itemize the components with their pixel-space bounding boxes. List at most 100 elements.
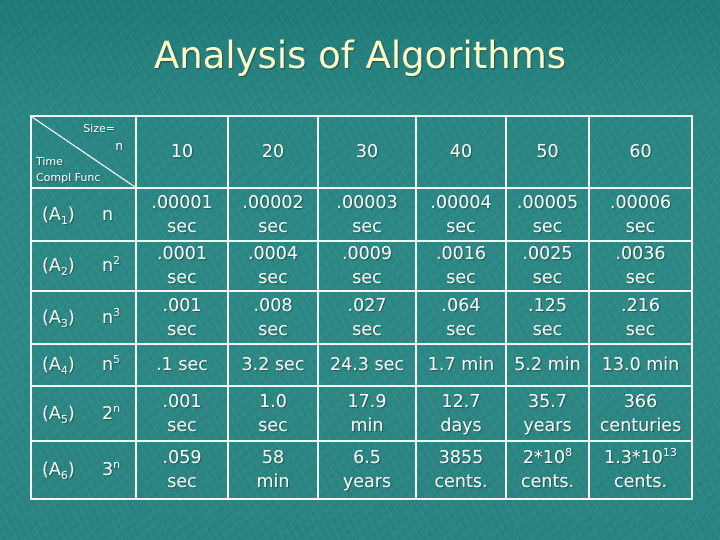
n-label: n (115, 139, 123, 153)
value-text: 1.3*10 (604, 448, 663, 468)
algorithm-row: (A3) n3.001 sec .008 sec .027 sec .064 sec .125 se… (30, 290, 693, 345)
time-unit: sec (229, 414, 317, 438)
time-unit: sec (137, 470, 227, 494)
header-row: Size= n Time Compl Func 10 20 30 40 50 6… (30, 115, 693, 189)
time-value: .00006 (590, 191, 691, 215)
value-text: .1 sec (156, 355, 208, 375)
function-exponent: 5 (113, 353, 121, 366)
time-unit: sec (229, 318, 317, 342)
time-value: .00003 (319, 191, 415, 215)
value-text: .059 (162, 448, 202, 468)
algorithm-suffix: ) (67, 307, 75, 328)
time-unit: sec (417, 318, 505, 342)
time-cell: 35.7 years (505, 385, 590, 442)
algorithm-name: (A1) (32, 203, 102, 227)
time-unit: days (417, 414, 505, 438)
value-text: 3855 (438, 448, 484, 468)
algorithm-name: (A3) (32, 306, 102, 330)
complexity-function: n3 (102, 305, 121, 328)
unit-text: sec (446, 268, 476, 288)
value-text: .0001 (156, 244, 208, 264)
complexity-function: n5 (102, 353, 121, 375)
unit-text: min (350, 415, 384, 436)
time-value: .0016 (417, 242, 505, 266)
function-base: 3 (102, 460, 114, 480)
value-text: 58 (261, 448, 285, 468)
time-value: 13.0 min (590, 353, 691, 377)
size-header-cell: 50 (505, 115, 590, 189)
unit-text: sec (532, 216, 563, 237)
unit-text: sec (625, 268, 656, 288)
time-cell: .0001 sec (135, 240, 229, 292)
value-text: .0036 (615, 244, 666, 264)
time-cell: .059 sec (135, 440, 229, 500)
function-base: n (102, 307, 114, 328)
time-cell: .008 sec (227, 290, 319, 345)
algorithm-name: (A6) (32, 458, 102, 482)
time-unit: sec (507, 266, 588, 290)
unit-text: sec (352, 216, 382, 237)
algorithm-row: (A1) n .00001 sec .00002 sec .00003 sec .00004 se… (30, 187, 693, 242)
algorithm-prefix: (A (42, 355, 61, 375)
time-value: .1 sec (137, 353, 227, 377)
algorithm-label-cell: (A6) 3n (30, 440, 137, 500)
algorithm-prefix: (A (42, 204, 61, 225)
value-text: .0009 (341, 244, 393, 264)
time-cell: .064 sec (415, 290, 507, 345)
value-text: 1.7 min (427, 355, 495, 375)
time-unit: sec (319, 318, 415, 342)
time-cell: .001 sec (135, 385, 229, 442)
size-header-cell: 20 (227, 115, 319, 189)
unit-text: days (440, 415, 482, 436)
time-cell: .001 sec (135, 290, 229, 345)
value-exponent: 13 (662, 446, 677, 459)
time-cell: .1 sec (135, 343, 229, 387)
value-text: 366 (623, 391, 658, 412)
time-value: .0025 (507, 242, 588, 266)
time-cell: .0025 sec (505, 240, 590, 292)
time-unit: years (319, 470, 415, 494)
time-cell: 366 centuries (588, 385, 693, 442)
algorithm-suffix: ) (67, 256, 75, 276)
value-text: .008 (253, 295, 293, 316)
complexity-function: n2 (102, 254, 121, 276)
algorithm-label-cell: (A3) n3 (30, 290, 137, 345)
time-cell: 1.3*1013 cents. (588, 440, 693, 500)
algorithm-index: 6 (60, 469, 68, 482)
time-cell: .216 sec (588, 290, 693, 345)
time-value: .008 (229, 294, 317, 318)
time-cell: 5.2 min (505, 343, 590, 387)
time-cell: 2*108 cents. (505, 440, 590, 500)
time-value: .0004 (229, 242, 317, 266)
unit-text: sec (625, 216, 656, 237)
time-value: 35.7 (507, 390, 588, 414)
algorithm-suffix: ) (67, 204, 75, 225)
time-unit: centuries (590, 414, 691, 438)
value-text: .0025 (522, 244, 573, 264)
time-value: 5.2 min (507, 353, 588, 377)
unit-text: sec (352, 268, 382, 288)
value-text: .027 (347, 295, 387, 316)
time-unit: sec (137, 266, 227, 290)
time-unit: cents. (417, 470, 505, 494)
time-value: 2*108 (507, 446, 588, 470)
algorithm-label-cell: (A4) n5 (30, 343, 137, 387)
algorithm-name: (A5) (32, 402, 102, 426)
unit-text: sec (258, 216, 288, 237)
unit-text: sec (258, 319, 288, 340)
algorithm-label-cell: (A5) 2n (30, 385, 137, 442)
unit-text: sec (167, 268, 197, 288)
time-value: .0036 (590, 242, 691, 266)
unit-text: sec (625, 319, 656, 340)
time-value: 3.2 sec (229, 353, 317, 377)
function-exponent: 2 (113, 254, 121, 267)
time-cell: .00006 sec (588, 187, 693, 242)
size-label: Size= (83, 122, 115, 135)
corner-header-cell: Size= n Time Compl Func (30, 115, 137, 189)
time-unit: sec (229, 215, 317, 239)
time-cell: .00005 sec (505, 187, 590, 242)
value-text: .0004 (247, 244, 299, 264)
unit-text: sec (446, 216, 476, 237)
algorithm-name: (A4) (32, 353, 102, 377)
function-exponent: 3 (113, 305, 121, 319)
